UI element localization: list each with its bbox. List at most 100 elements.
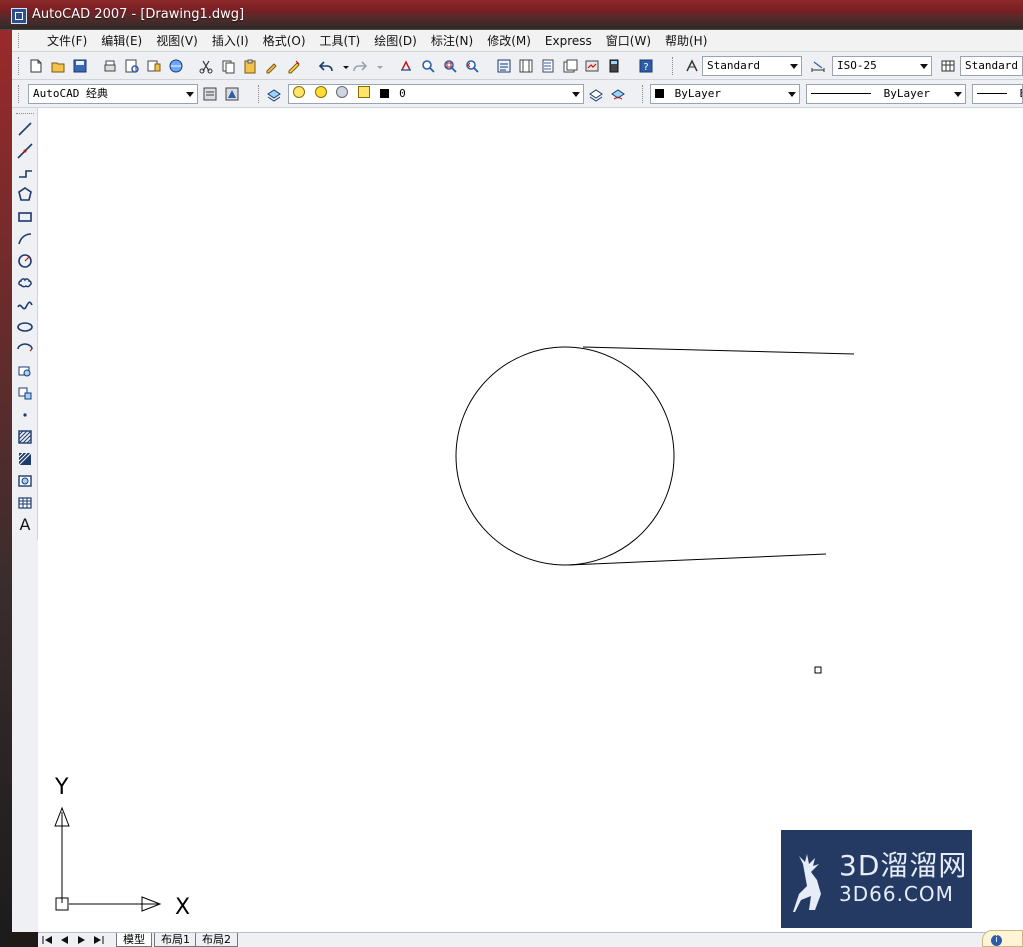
redo-icon[interactable] (352, 58, 368, 74)
markup-set-manager-icon[interactable] (584, 58, 600, 74)
toolbar-grip-layers[interactable] (258, 85, 262, 103)
undo-dropdown-icon[interactable] (338, 58, 349, 74)
notification-tray[interactable]: i (982, 930, 1023, 947)
match-properties-icon[interactable] (264, 58, 280, 74)
construction-line-icon[interactable] (15, 141, 35, 161)
zoom-realtime-icon[interactable] (420, 58, 436, 74)
title-bar[interactable]: AutoCAD 2007 - [Drawing1.dwg] (0, 0, 1023, 30)
toolbar-grip[interactable] (18, 57, 22, 75)
3d-dwf-icon[interactable] (168, 58, 184, 74)
spline-icon[interactable] (15, 295, 35, 315)
tab-layout2[interactable]: 布局2 (195, 933, 238, 947)
menu-draw[interactable]: 绘图(D) (367, 33, 424, 49)
workspace-select[interactable]: AutoCAD 经典 (28, 84, 198, 104)
rectangle-icon[interactable] (15, 207, 35, 227)
table-style-icon[interactable] (940, 58, 956, 74)
menu-express[interactable]: Express (538, 33, 599, 49)
polyline-icon[interactable] (15, 163, 35, 183)
linetype-select[interactable]: ByLayer (806, 84, 966, 104)
menubar-grip[interactable] (18, 33, 22, 48)
dimension-style-icon[interactable] (810, 58, 826, 74)
ellipse-arc-icon[interactable] (15, 339, 35, 359)
point-icon[interactable] (15, 405, 35, 425)
save-icon[interactable] (72, 58, 88, 74)
multiline-text-icon[interactable]: A (15, 515, 35, 535)
menu-dimension[interactable]: 标注(N) (424, 33, 480, 49)
menu-modify[interactable]: 修改(M) (480, 33, 538, 49)
tab-prev-button[interactable] (57, 934, 72, 946)
dimension-style-select[interactable]: ISO-25 (832, 56, 932, 76)
open-icon[interactable] (50, 58, 66, 74)
menu-window[interactable]: 窗口(W) (599, 33, 658, 49)
tab-layout1[interactable]: 布局1 (154, 933, 197, 947)
pan-realtime-icon[interactable] (398, 58, 414, 74)
toolbar-grip-properties[interactable] (642, 85, 646, 103)
layers-properties-toolbar: AutoCAD 经典 0 ByLayer ByLayer B (12, 80, 1023, 108)
table-icon[interactable] (15, 493, 35, 513)
menu-help[interactable]: 帮助(H) (658, 33, 714, 49)
new-icon[interactable] (28, 58, 44, 74)
paste-icon[interactable] (242, 58, 258, 74)
menu-view[interactable]: 视图(V) (149, 33, 205, 49)
calculator-icon[interactable] (606, 58, 622, 74)
gradient-icon[interactable] (15, 449, 35, 469)
circle-icon[interactable] (15, 251, 35, 271)
workspace-settings-icon[interactable] (202, 86, 218, 102)
my-workspace-icon[interactable] (224, 86, 240, 102)
menu-insert[interactable]: 插入(I) (205, 33, 256, 49)
design-center-icon[interactable] (518, 58, 534, 74)
redo-dropdown-icon[interactable] (372, 58, 383, 74)
hatch-icon[interactable] (15, 427, 35, 447)
polygon-icon[interactable] (15, 185, 35, 205)
sheet-set-manager-icon[interactable] (562, 58, 578, 74)
menu-file[interactable]: 文件(F) (40, 33, 94, 49)
menu-tools[interactable]: 工具(T) (313, 33, 368, 49)
tab-model[interactable]: 模型 (116, 933, 152, 947)
arc-icon[interactable] (15, 229, 35, 249)
undo-icon[interactable] (318, 58, 334, 74)
cut-icon[interactable] (198, 58, 214, 74)
revision-cloud-icon[interactable] (15, 273, 35, 293)
tab-first-button[interactable] (40, 934, 55, 946)
tab-last-button[interactable] (91, 934, 106, 946)
dropdown-arrow-icon (572, 92, 580, 97)
lineweight-select[interactable]: B (972, 84, 1023, 104)
table-style-select[interactable]: Standard (960, 56, 1023, 76)
block-editor-icon[interactable] (286, 58, 302, 74)
drawing-canvas[interactable]: Y X (38, 108, 1023, 932)
autocad-app-icon[interactable] (11, 8, 27, 24)
layer-on-icon (293, 86, 305, 98)
menu-edit[interactable]: 编辑(E) (94, 33, 149, 49)
layer-select[interactable]: 0 (288, 84, 584, 104)
make-object-layer-current-icon[interactable] (588, 86, 604, 102)
line-entity-lower[interactable] (568, 553, 827, 566)
toolbar-grip-styles[interactable] (672, 57, 676, 75)
draw-toolbar-grip[interactable] (16, 113, 34, 117)
tool-palettes-icon[interactable] (540, 58, 556, 74)
properties-icon[interactable] (496, 58, 512, 74)
print-preview-icon[interactable] (124, 58, 140, 74)
copy-icon[interactable] (220, 58, 236, 74)
menu-format[interactable]: 格式(O) (256, 33, 313, 49)
publish-icon[interactable] (146, 58, 162, 74)
insert-block-icon[interactable] (15, 361, 35, 381)
zoom-window-icon[interactable] (442, 58, 458, 74)
circle-entity[interactable] (455, 346, 675, 566)
zoom-previous-icon[interactable] (464, 58, 480, 74)
linetype-sample (811, 93, 871, 94)
line-entity-upper[interactable] (582, 346, 855, 355)
help-icon[interactable]: ? (638, 58, 654, 74)
layer-properties-manager-icon[interactable] (266, 86, 282, 102)
print-icon[interactable] (102, 58, 118, 74)
layer-previous-icon[interactable] (610, 86, 626, 102)
text-style-icon[interactable] (684, 58, 700, 74)
color-select[interactable]: ByLayer (650, 84, 800, 104)
ellipse-icon[interactable] (15, 317, 35, 337)
make-block-icon[interactable] (15, 383, 35, 403)
region-icon[interactable] (15, 471, 35, 491)
tab-next-button[interactable] (74, 934, 89, 946)
line-icon[interactable] (15, 119, 35, 139)
layer-value: 0 (399, 87, 406, 100)
text-style-select[interactable]: Standard (702, 56, 802, 76)
toolbar-grip[interactable] (18, 85, 22, 103)
